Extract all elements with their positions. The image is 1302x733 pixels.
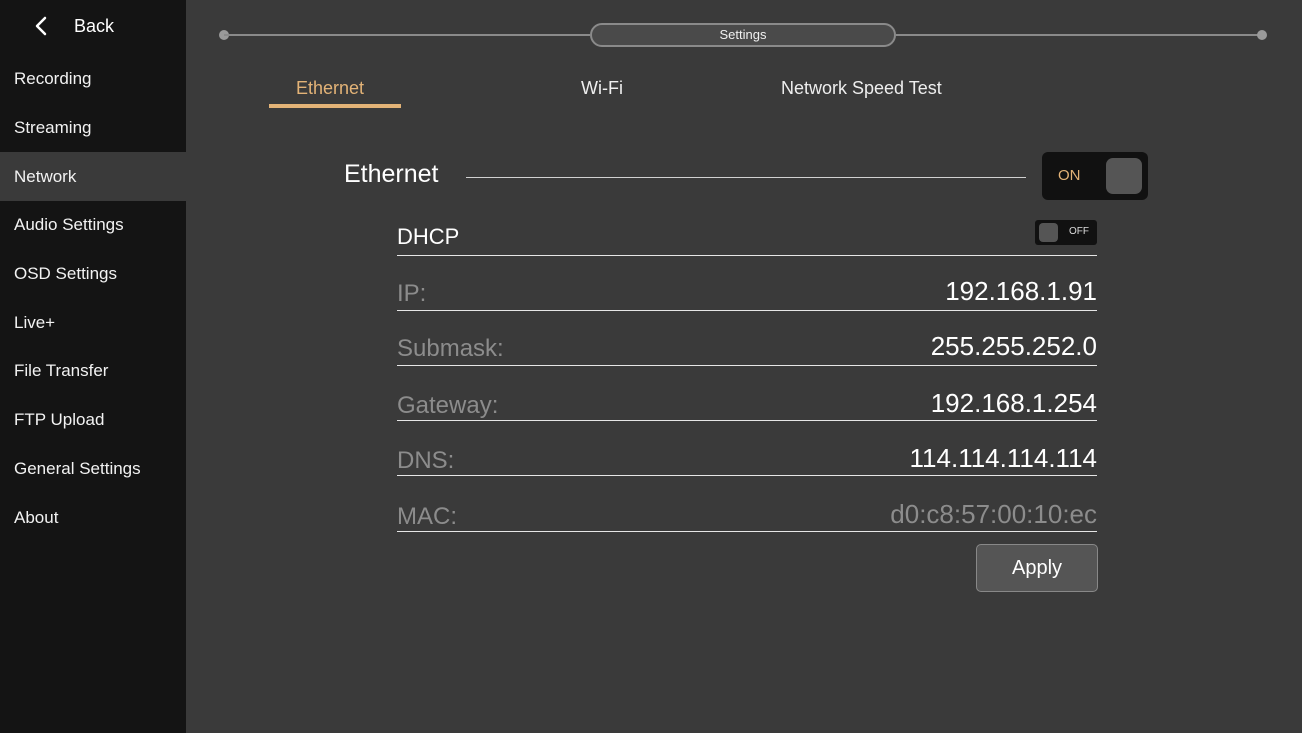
apply-button[interactable]: Apply: [976, 544, 1098, 592]
ethernet-toggle-knob: [1106, 158, 1142, 194]
title-left-line: [224, 34, 590, 36]
sidebar-item-audio-settings[interactable]: Audio Settings: [0, 200, 186, 249]
sidebar-item-live-plus[interactable]: Live+: [0, 298, 186, 347]
ethernet-toggle-label: ON: [1058, 167, 1081, 184]
ethernet-section-title: Ethernet: [344, 160, 439, 188]
title-right-line: [896, 34, 1262, 36]
dns-label: DNS:: [397, 447, 455, 474]
sidebar-item-ftp-upload[interactable]: FTP Upload: [0, 395, 186, 444]
row-divider: [397, 475, 1097, 476]
sidebar: Back Recording Streaming Network Audio S…: [0, 0, 186, 733]
back-label: Back: [74, 16, 115, 36]
sidebar-item-general-settings[interactable]: General Settings: [0, 444, 186, 493]
mac-row: MAC: d0:c8:57:00:10:ec: [397, 477, 1097, 532]
gateway-label: Gateway:: [397, 392, 499, 419]
tab-network-speed-test[interactable]: Network Speed Test: [781, 78, 942, 99]
dhcp-toggle[interactable]: OFF: [1035, 220, 1097, 245]
sidebar-item-streaming[interactable]: Streaming: [0, 103, 186, 152]
tab-wifi[interactable]: Wi-Fi: [581, 78, 623, 99]
title-right-dot: [1257, 30, 1267, 40]
chevron-left-icon: [35, 16, 47, 36]
ip-row: IP: 192.168.1.91: [397, 256, 1097, 311]
submask-value[interactable]: 255.255.252.0: [931, 331, 1097, 362]
gateway-value[interactable]: 192.168.1.254: [931, 388, 1097, 419]
dns-value[interactable]: 114.114.114.114: [910, 443, 1097, 474]
section-divider: [466, 177, 1026, 178]
dns-row: DNS: 114.114.114.114: [397, 421, 1097, 476]
back-button[interactable]: Back: [0, 0, 186, 52]
page-title: Settings: [590, 23, 896, 47]
main-panel: Settings Ethernet Wi-Fi Network Speed Te…: [186, 0, 1302, 733]
dhcp-toggle-knob: [1039, 223, 1058, 242]
gateway-row: Gateway: 192.168.1.254: [397, 366, 1097, 421]
ip-label: IP:: [397, 280, 427, 307]
dhcp-label: DHCP: [397, 224, 460, 249]
active-tab-indicator: [269, 104, 401, 108]
dhcp-row: DHCP OFF: [397, 220, 1097, 256]
sidebar-item-recording[interactable]: Recording: [0, 54, 186, 103]
submask-label: Submask:: [397, 335, 504, 362]
sidebar-item-about[interactable]: About: [0, 493, 186, 542]
mac-value: d0:c8:57:00:10:ec: [890, 499, 1097, 529]
row-divider: [397, 531, 1097, 532]
sidebar-item-network[interactable]: Network: [0, 152, 186, 201]
submask-row: Submask: 255.255.252.0: [397, 311, 1097, 366]
tab-ethernet[interactable]: Ethernet: [296, 78, 364, 99]
ethernet-toggle[interactable]: ON: [1042, 152, 1148, 200]
dhcp-toggle-label: OFF: [1069, 226, 1089, 237]
sidebar-item-osd-settings[interactable]: OSD Settings: [0, 249, 186, 298]
ip-value[interactable]: 192.168.1.91: [945, 276, 1097, 307]
mac-label: MAC:: [397, 503, 457, 530]
sidebar-item-file-transfer[interactable]: File Transfer: [0, 346, 186, 395]
